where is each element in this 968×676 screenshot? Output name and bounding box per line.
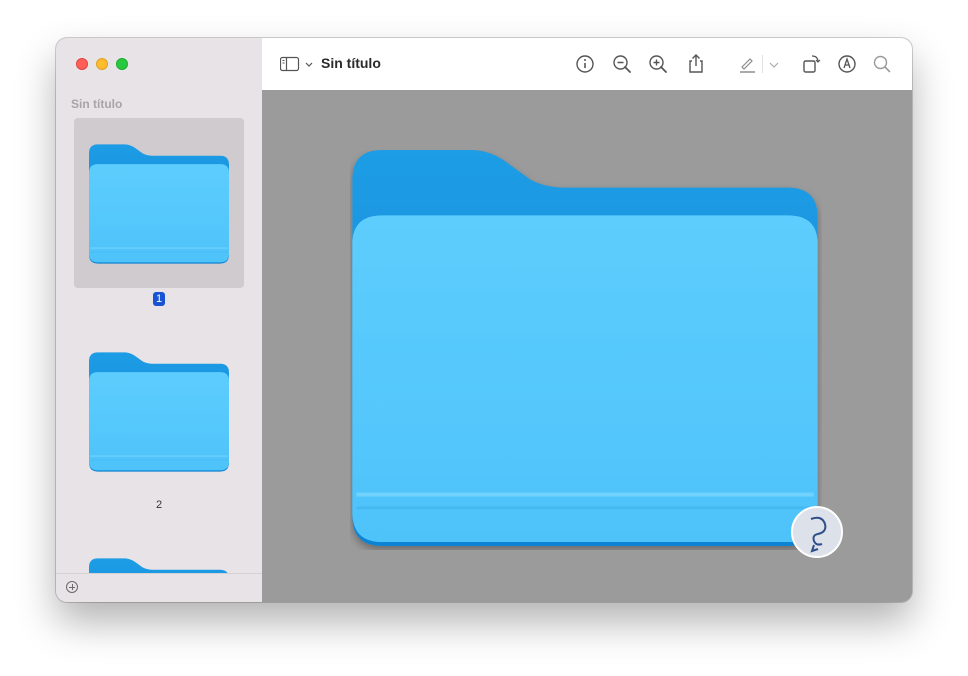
folder-thumbnail-icon [89, 352, 229, 472]
info-icon [576, 55, 594, 73]
folder-thumbnail-icon [89, 558, 229, 573]
search-button[interactable] [871, 53, 893, 75]
add-page-button[interactable] [66, 581, 78, 593]
page-thumbnail-1[interactable] [74, 118, 244, 288]
zoom-in-icon [649, 55, 667, 73]
info-button[interactable] [574, 53, 596, 75]
folder-thumbnail-icon [89, 144, 229, 264]
toolbar-separator [762, 55, 763, 73]
document-title: Sin título [321, 55, 381, 71]
sidebar-toggle-icon [279, 56, 313, 72]
chevron-down-icon [769, 62, 779, 68]
minimize-window-button[interactable] [96, 58, 108, 70]
highlight-button[interactable] [736, 53, 758, 75]
highlight-pen-icon [740, 58, 755, 73]
markup-icon [838, 55, 856, 73]
page-thumbnail-3[interactable] [56, 556, 262, 573]
toolbar: Sin título [262, 38, 912, 91]
rotate-button[interactable] [800, 53, 822, 75]
sidebar-footer [56, 573, 262, 602]
thumbnail-sidebar: Sin título 1 2 [56, 38, 263, 602]
folder-icon [352, 150, 818, 546]
zoom-window-button[interactable] [116, 58, 128, 70]
rotate-icon [803, 55, 821, 73]
highlight-options-button[interactable] [767, 53, 781, 75]
search-icon [873, 55, 891, 73]
share-button[interactable] [685, 53, 707, 75]
window-controls [76, 58, 128, 70]
zoom-out-button[interactable] [611, 53, 633, 75]
watermark-logo-icon [791, 506, 843, 558]
markup-button[interactable] [836, 53, 858, 75]
close-window-button[interactable] [76, 58, 88, 70]
page-thumbnail-2[interactable] [74, 326, 244, 496]
zoom-in-button[interactable] [647, 53, 669, 75]
zoom-out-icon [613, 55, 631, 73]
sidebar-document-title: Sin título [71, 97, 123, 111]
share-icon [689, 54, 703, 73]
preview-window: Sin título 1 2 Sin título [56, 38, 912, 602]
sidebar-toggle-button[interactable] [279, 56, 314, 72]
page-number-1: 1 [56, 292, 262, 306]
page-number-2: 2 [155, 499, 163, 511]
